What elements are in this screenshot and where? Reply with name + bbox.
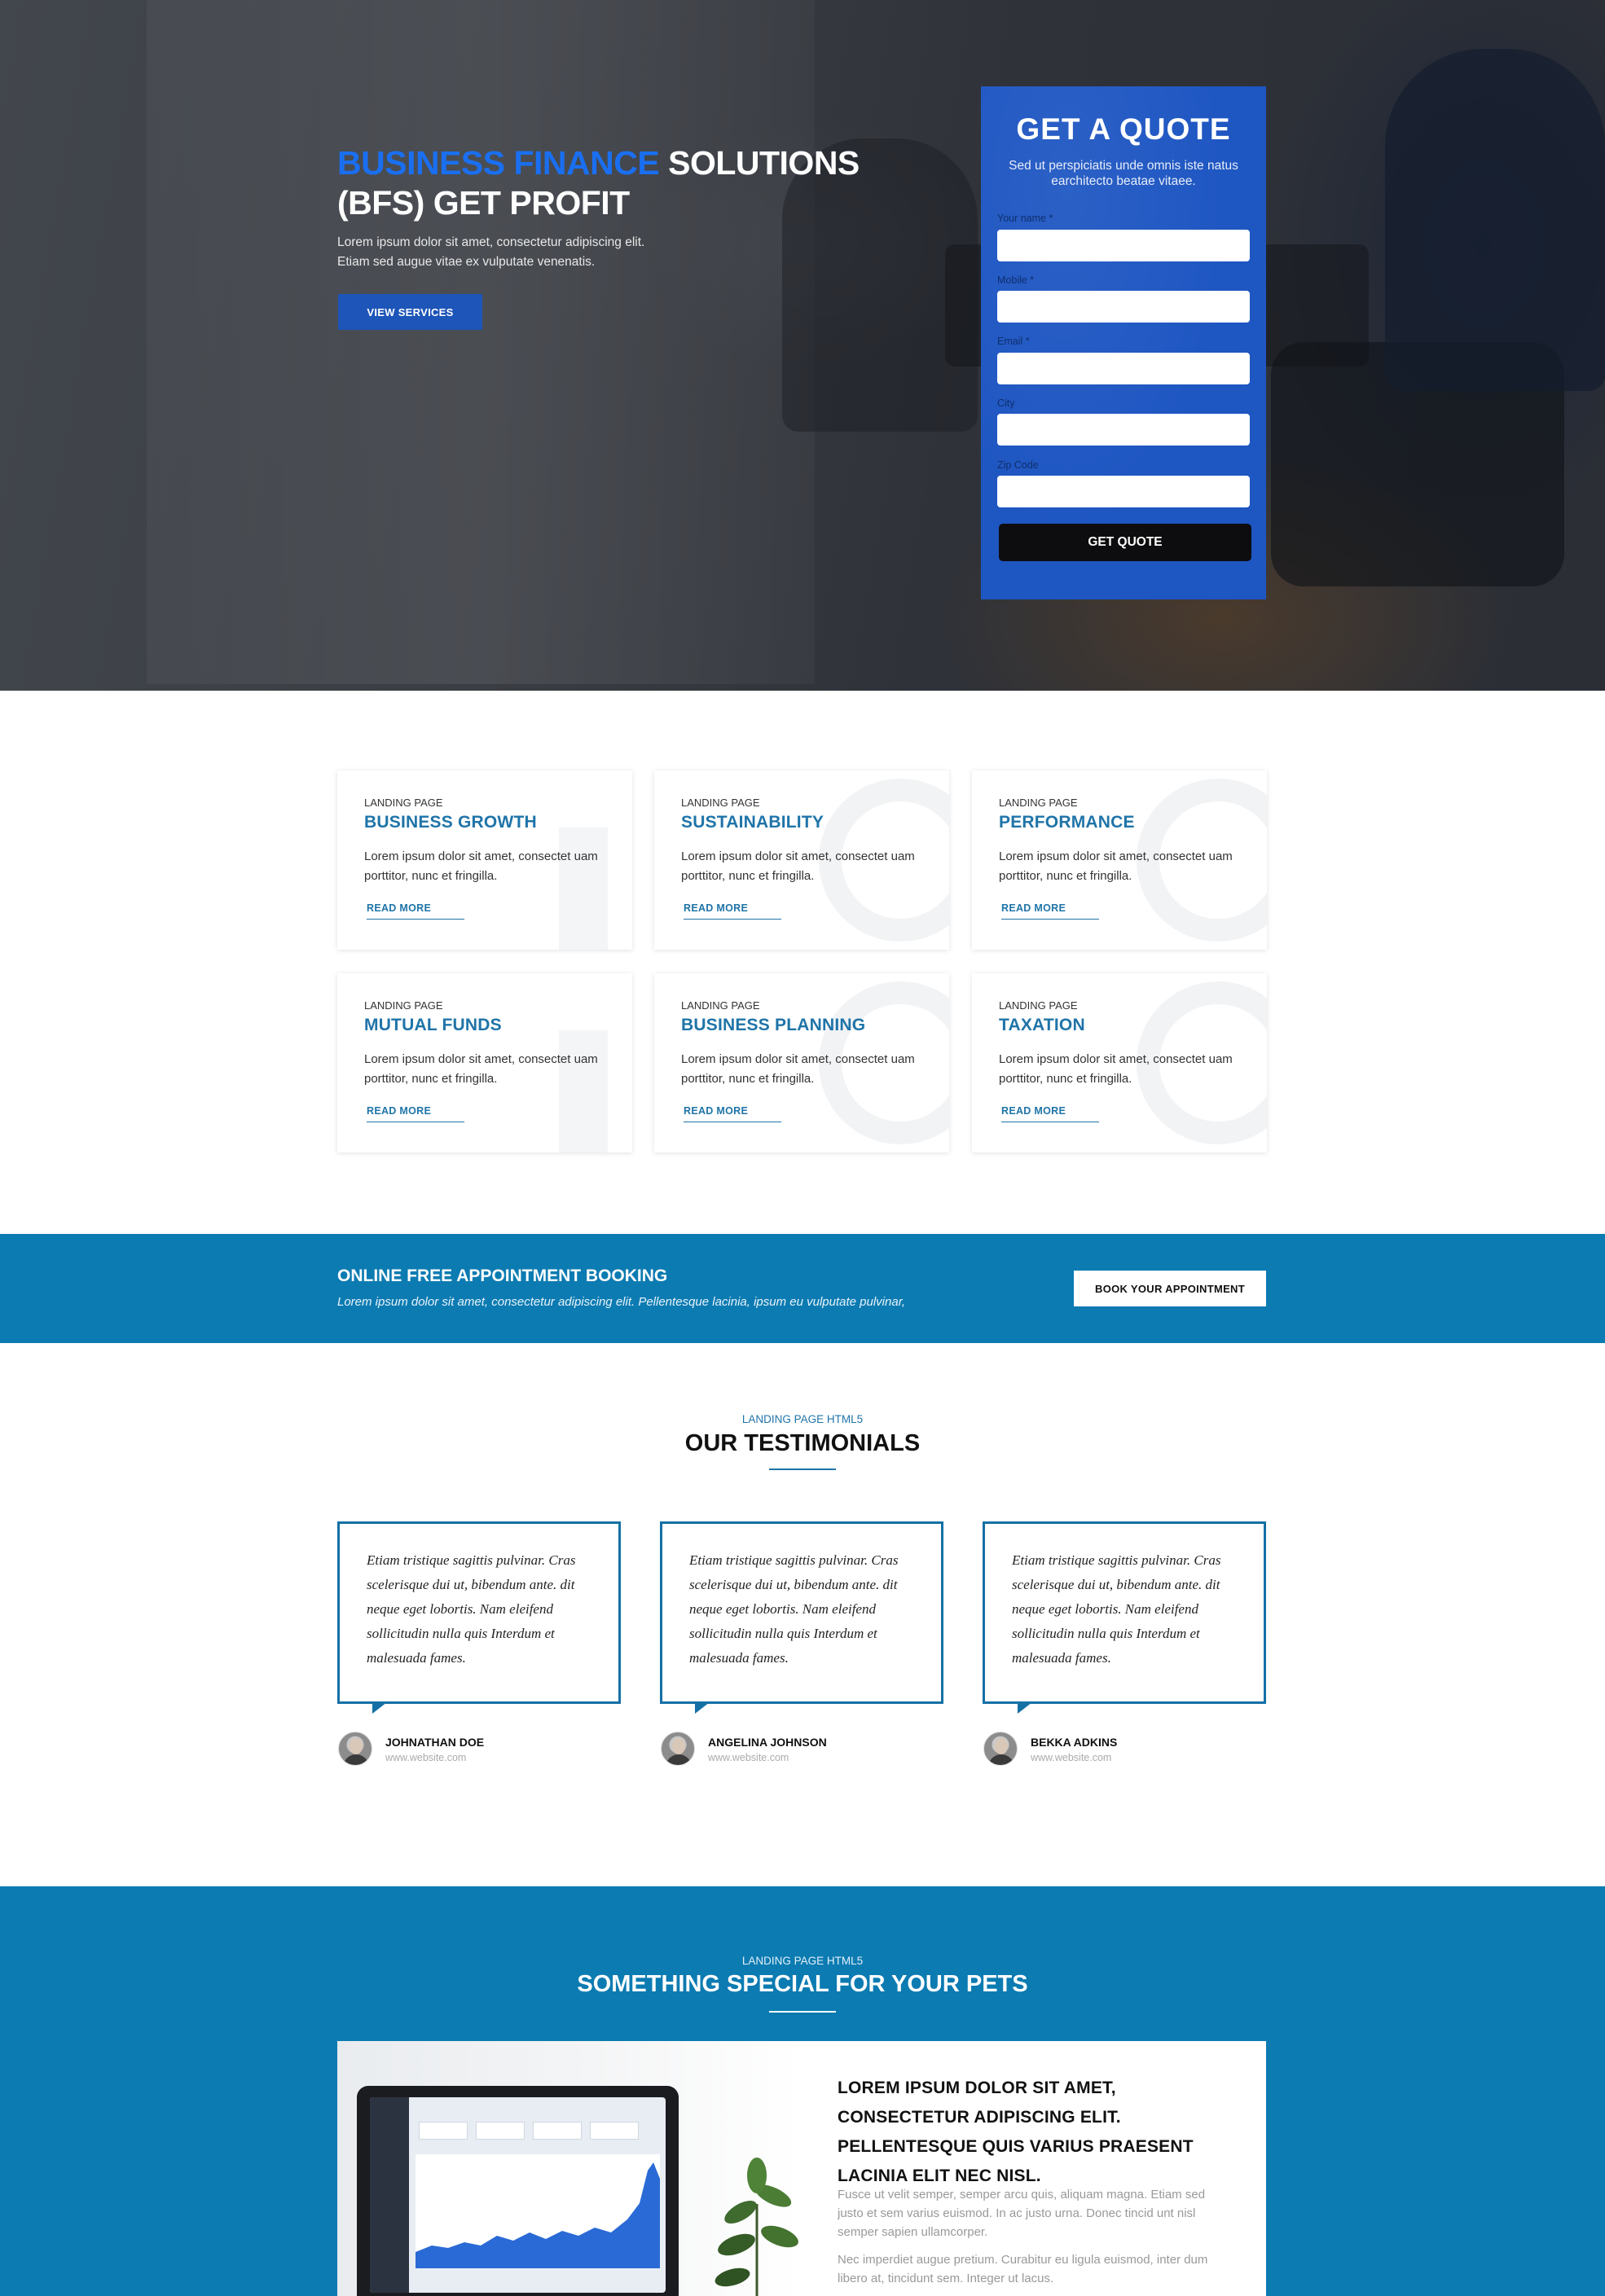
hero-subtitle: Lorem ipsum dolor sit amet, consectetur … [337, 233, 712, 272]
testimonial-text: Etiam tristique sagittis pulvinar. Cras … [689, 1552, 899, 1666]
section-divider [769, 2011, 836, 2013]
quote-form: GET A QUOTE Sed ut perspiciatis unde omn… [981, 86, 1266, 599]
dashboard-screen [370, 2097, 666, 2293]
card-watermark-icon [559, 828, 608, 950]
testimonial-website: www.website.com [1031, 1752, 1112, 1763]
pets-paragraph: Nec imperdiet augue pretium. Curabitur e… [838, 2253, 1208, 2285]
card-title: MUTUAL FUNDS [364, 1016, 502, 1034]
hero-title: BUSINESS FINANCE SOLUTIONS (BFS) GET PRO… [337, 143, 908, 223]
area-chart-graphic [416, 2154, 660, 2268]
hero-background-person [1385, 49, 1605, 391]
service-card: LANDING PAGE MUTUAL FUNDS Lorem ipsum do… [337, 973, 632, 1152]
pets-heading: LOREM IPSUM DOLOR SIT AMET, CONSECTETUR … [838, 2079, 1194, 2185]
get-quote-button[interactable]: GET QUOTE [999, 524, 1251, 561]
card-description: Lorem ipsum dolor sit amet, consectet ua… [681, 1052, 915, 1086]
read-more-link[interactable]: READ MORE [684, 902, 781, 920]
plant-graphic [715, 2158, 798, 2296]
testimonial-name: JOHNATHAN DOE [385, 1736, 485, 1749]
laptop-image [357, 2086, 679, 2296]
city-field[interactable] [997, 414, 1250, 446]
hero-background-window [147, 0, 815, 684]
card-description: Lorem ipsum dolor sit amet, consectet ua… [364, 1052, 598, 1086]
city-field-label: City [997, 397, 1015, 409]
card-title: PERFORMANCE [999, 813, 1135, 832]
read-more-link[interactable]: READ MORE [684, 1105, 781, 1122]
zip-code-field[interactable] [997, 476, 1250, 507]
book-appointment-button[interactable]: BOOK YOUR APPOINTMENT [1074, 1271, 1266, 1306]
read-more-link[interactable]: READ MORE [1001, 1105, 1099, 1122]
pets-title: SOMETHING SPECIAL FOR YOUR PETS [577, 1971, 1028, 1997]
view-services-button[interactable]: VIEW SERVICES [338, 294, 482, 330]
card-kicker: LANDING PAGE [999, 999, 1078, 1012]
testimonial-text: Etiam tristique sagittis pulvinar. Cras … [367, 1552, 576, 1666]
read-more-link[interactable]: READ MORE [367, 902, 464, 920]
testimonials-kicker: LANDING PAGE HTML5 [741, 1413, 864, 1425]
pets-paragraph: Fusce ut velit semper, semper arcu quis,… [838, 2188, 1206, 2239]
card-title: TAXATION [999, 1016, 1085, 1034]
hero-subtitle-line1: Lorem ipsum dolor sit amet, consectetur … [337, 235, 645, 249]
testimonial-website: www.website.com [708, 1752, 789, 1763]
laptop-photo [337, 2041, 802, 2296]
service-card: LANDING PAGE PERFORMANCE Lorem ipsum dol… [972, 770, 1267, 950]
hero-title-accent: BUSINESS FINANCE [337, 144, 660, 182]
pets-section: LANDING PAGE HTML5 SOMETHING SPECIAL FOR… [0, 1886, 1605, 2296]
service-card: LANDING PAGE BUSINESS PLANNING Lorem ips… [654, 973, 949, 1152]
testimonial-name: BEKKA ADKINS [1031, 1736, 1118, 1749]
card-description: Lorem ipsum dolor sit amet, consectet ua… [999, 1052, 1233, 1086]
card-description: Lorem ipsum dolor sit amet, consectet ua… [364, 849, 598, 883]
mobile-field-label: Mobile * [997, 274, 1035, 286]
avatar [983, 1732, 1018, 1766]
testimonials-title: OUR TESTIMONIALS [684, 1430, 921, 1456]
quote-form-subtitle: Sed ut perspiciatis unde omnis iste natu… [1009, 159, 1238, 188]
card-kicker: LANDING PAGE [681, 999, 760, 1012]
testimonial-card: Etiam tristique sagittis pulvinar. Cras … [983, 1521, 1266, 1714]
email-field-label: Email * [997, 336, 1030, 347]
card-kicker: LANDING PAGE [364, 797, 443, 809]
card-kicker: LANDING PAGE [364, 999, 443, 1012]
read-more-link[interactable]: READ MORE [1001, 902, 1099, 920]
testimonial-website: www.website.com [385, 1752, 467, 1763]
mobile-field[interactable] [997, 291, 1250, 323]
hero-title-line2: (BFS) GET PROFIT [337, 184, 630, 222]
card-title: BUSINESS PLANNING [681, 1016, 866, 1034]
avatar [338, 1732, 372, 1766]
booking-title: ONLINE FREE APPOINTMENT BOOKING [337, 1267, 668, 1285]
quote-form-title: GET A QUOTE [1016, 112, 1231, 146]
service-card: LANDING PAGE BUSINESS GROWTH Lorem ipsum… [337, 770, 632, 950]
hero-title-rest: SOLUTIONS [659, 144, 860, 182]
avatar [661, 1732, 695, 1766]
name-field[interactable] [997, 230, 1250, 261]
booking-banner: ONLINE FREE APPOINTMENT BOOKING Lorem ip… [0, 1234, 1605, 1343]
testimonial-name: ANGELINA JOHNSON [708, 1736, 827, 1749]
card-description: Lorem ipsum dolor sit amet, consectet ua… [999, 849, 1233, 883]
pets-feature-card: LOREM IPSUM DOLOR SIT AMET, CONSECTETUR … [337, 2041, 1266, 2296]
name-field-label: Your name * [997, 213, 1053, 224]
testimonial-card: Etiam tristique sagittis pulvinar. Cras … [337, 1521, 621, 1714]
zip-code-field-label: Zip Code [997, 459, 1039, 471]
testimonial-text: Etiam tristique sagittis pulvinar. Cras … [1012, 1552, 1221, 1666]
read-more-link[interactable]: READ MORE [367, 1105, 464, 1122]
card-kicker: LANDING PAGE [999, 797, 1078, 809]
card-description: Lorem ipsum dolor sit amet, consectet ua… [681, 849, 915, 883]
hero-section: BUSINESS FINANCE SOLUTIONS (BFS) GET PRO… [0, 0, 1605, 691]
email-field[interactable] [997, 353, 1250, 384]
card-title: BUSINESS GROWTH [364, 813, 537, 832]
card-kicker: LANDING PAGE [681, 797, 760, 809]
hero-subtitle-line2: Etiam sed augue vitae ex vulputate venen… [337, 255, 596, 269]
testimonial-card: Etiam tristique sagittis pulvinar. Cras … [660, 1521, 943, 1714]
card-title: SUSTAINABILITY [681, 813, 824, 832]
service-card: LANDING PAGE TAXATION Lorem ipsum dolor … [972, 973, 1267, 1152]
pets-kicker: LANDING PAGE HTML5 [741, 1955, 864, 1967]
card-watermark-icon [559, 1030, 608, 1152]
section-divider [769, 1468, 836, 1470]
service-card: LANDING PAGE SUSTAINABILITY Lorem ipsum … [654, 770, 949, 950]
booking-subtitle: Lorem ipsum dolor sit amet, consectetur … [337, 1295, 906, 1309]
